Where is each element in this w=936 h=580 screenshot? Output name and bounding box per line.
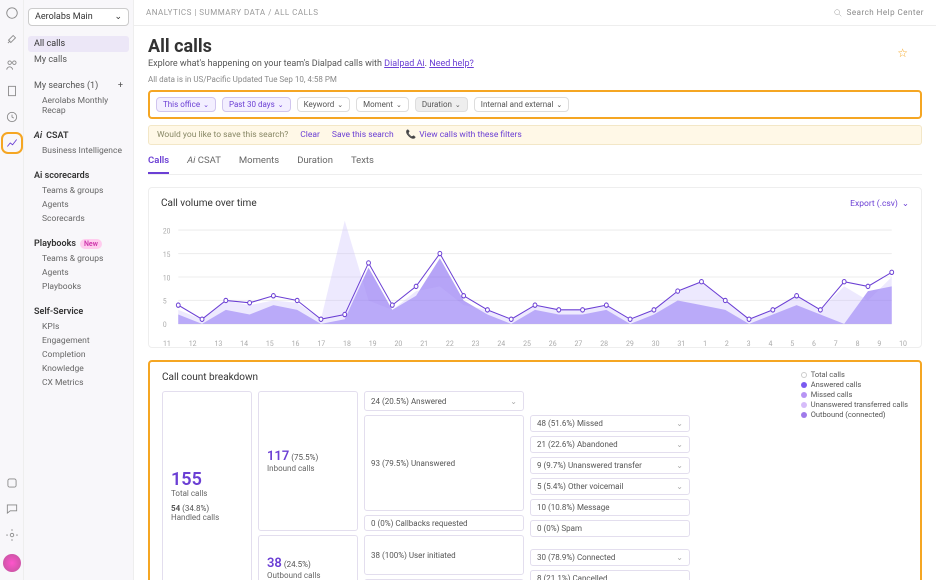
- add-search-icon[interactable]: +: [118, 81, 123, 91]
- breakdown-title: Call count breakdown: [162, 372, 908, 383]
- search-icon: [833, 8, 843, 18]
- filter-moment[interactable]: Moment⌄: [356, 97, 409, 112]
- page-title: All calls: [148, 36, 922, 57]
- row-connected[interactable]: 30 (78.9%) Connected⌄: [530, 549, 690, 566]
- row-spam[interactable]: 0 (0%) Spam: [530, 520, 690, 537]
- sidebar-hdr-scorecards: Ai scorecards: [28, 168, 129, 184]
- nav-settings-icon[interactable]: [5, 528, 19, 542]
- link-need-help[interactable]: Need help?: [429, 59, 474, 69]
- row-missed[interactable]: 48 (51.6%) Missed⌄: [530, 415, 690, 432]
- box-inbound[interactable]: 117 (75.5%) Inbound calls: [258, 391, 358, 531]
- call-count-breakdown-card: Call count breakdown Total calls Answere…: [148, 360, 922, 580]
- sidebar-item-bi[interactable]: Business Intelligence: [28, 144, 129, 158]
- data-meta: All data is in US/Pacific Updated Tue Se…: [148, 75, 922, 84]
- row-abandoned[interactable]: 21 (22.6%) Abandoned⌄: [530, 436, 690, 453]
- sidebar-hdr-selfservice: Self-Service: [28, 304, 129, 320]
- chart-volume: 05101520 1112131415161718192021222324252…: [161, 217, 909, 337]
- view-calls-link[interactable]: 📞View calls with these filters: [406, 130, 522, 140]
- save-search-link[interactable]: Save this search: [332, 130, 394, 140]
- sidebar-ss-cx[interactable]: CX Metrics: [28, 376, 129, 390]
- sidebar-hdr-csat: AiCSAT: [28, 128, 129, 144]
- search-help[interactable]: Search Help Center: [833, 8, 924, 18]
- avatar[interactable]: [3, 554, 21, 572]
- svg-text:15: 15: [163, 249, 171, 259]
- sidebar-pb-teams[interactable]: Teams & groups: [28, 252, 129, 266]
- sidebar-sc-teams[interactable]: Teams & groups: [28, 184, 129, 198]
- page-subtitle: Explore what's happening on your team's …: [148, 59, 922, 69]
- svg-text:20: 20: [163, 226, 171, 236]
- row-callbacks-req[interactable]: 0 (0%) Callbacks requested: [364, 515, 524, 531]
- org-selector[interactable]: Aerolabs Main⌄: [28, 8, 129, 26]
- nav-rocket-icon[interactable]: [5, 32, 19, 46]
- row-unanswered[interactable]: 93 (79.5%) Unanswered: [364, 415, 524, 511]
- sidebar-item-all-calls[interactable]: All calls: [28, 36, 129, 52]
- tab-duration[interactable]: Duration: [297, 155, 333, 174]
- link-dialpad-ai[interactable]: Dialpad Ai: [384, 59, 425, 69]
- row-message[interactable]: 10 (10.8%) Message: [530, 499, 690, 516]
- sidebar-ss-completion[interactable]: Completion: [28, 348, 129, 362]
- row-voicemail[interactable]: 5 (5.4%) Other voicemail⌄: [530, 478, 690, 495]
- sidebar-pb-agents[interactable]: Agents: [28, 266, 129, 280]
- row-answered[interactable]: 24 (20.5%) Answered⌄: [364, 391, 524, 411]
- svg-text:10: 10: [163, 273, 171, 283]
- sidebar-item-my-searches[interactable]: My searches (1)+: [28, 78, 129, 94]
- sidebar-ss-kpis[interactable]: KPIs: [28, 320, 129, 334]
- filters-box: This office⌄ Past 30 days⌄ Keyword⌄ Mome…: [148, 90, 922, 119]
- svg-text:0: 0: [163, 320, 167, 330]
- row-user-initiated[interactable]: 38 (100%) User initiated: [364, 535, 524, 575]
- save-prompt: Would you like to save this search?: [157, 130, 288, 140]
- filter-keyword[interactable]: Keyword⌄: [297, 97, 351, 112]
- row-unans-transfer[interactable]: 9 (9.7%) Unanswered transfer⌄: [530, 457, 690, 474]
- sidebar-sc-agents[interactable]: Agents: [28, 198, 129, 212]
- export-csv[interactable]: Export (.csv)⌄: [850, 199, 909, 209]
- filter-direction[interactable]: Internal and external⌄: [474, 97, 570, 112]
- star-icon[interactable]: ☆: [897, 46, 908, 60]
- box-outbound[interactable]: 38 (24.5%) Outbound calls: [258, 535, 358, 580]
- tab-csat[interactable]: Ai CSAT: [187, 155, 221, 174]
- nav-people-icon[interactable]: [5, 58, 19, 72]
- phone-icon: 📞: [406, 130, 417, 140]
- sidebar-sc-scorecards[interactable]: Scorecards: [28, 212, 129, 226]
- clear-link[interactable]: Clear: [300, 130, 320, 140]
- legend: Total calls Answered calls Missed calls …: [801, 370, 908, 420]
- sidebar-ss-engagement[interactable]: Engagement: [28, 334, 129, 348]
- tab-texts[interactable]: Texts: [351, 155, 374, 174]
- tab-calls[interactable]: Calls: [148, 155, 169, 174]
- filter-daterange[interactable]: Past 30 days⌄: [222, 97, 291, 112]
- tab-moments[interactable]: Moments: [239, 155, 279, 174]
- tabs: Calls Ai CSAT Moments Duration Texts: [148, 155, 922, 175]
- nav-ai-icon[interactable]: [5, 476, 19, 490]
- logo-icon[interactable]: [5, 6, 19, 20]
- topbar: ANALYTICS | SUMMARY DATA / ALL CALLS Sea…: [134, 0, 936, 26]
- filter-office[interactable]: This office⌄: [156, 97, 216, 112]
- sidebar-saved-search[interactable]: Aerolabs Monthly Recap: [28, 94, 129, 118]
- nav-history-icon[interactable]: [5, 110, 19, 124]
- chevron-down-icon: ⌄: [902, 199, 909, 209]
- box-total[interactable]: 155 Total calls 54 (34.8%) Handled calls: [162, 391, 252, 580]
- sidebar-item-my-calls[interactable]: My calls: [28, 52, 129, 68]
- breadcrumb: ANALYTICS | SUMMARY DATA / ALL CALLS: [146, 8, 833, 17]
- nav-analytics-icon[interactable]: [5, 136, 19, 150]
- filter-duration[interactable]: Duration⌄: [415, 97, 468, 112]
- sidebar: Aerolabs Main⌄ All calls My calls My sea…: [24, 0, 134, 580]
- sidebar-pb-playbooks[interactable]: Playbooks: [28, 280, 129, 294]
- row-cancelled[interactable]: 8 (21.1%) Cancelled: [530, 570, 690, 580]
- badge-new: New: [80, 239, 102, 249]
- svg-text:5: 5: [163, 296, 167, 306]
- sidebar-hdr-playbooks: Playbooks New: [28, 236, 129, 252]
- nav-doc-icon[interactable]: [5, 84, 19, 98]
- save-search-bar: Would you like to save this search? Clea…: [148, 125, 922, 145]
- sidebar-ss-knowledge[interactable]: Knowledge: [28, 362, 129, 376]
- call-volume-card: Call volume over time Export (.csv)⌄ 0 5 1…: [148, 187, 922, 348]
- card-title: Call volume over time: [161, 198, 257, 209]
- icon-rail: [0, 0, 24, 580]
- nav-chat-icon[interactable]: [5, 502, 19, 516]
